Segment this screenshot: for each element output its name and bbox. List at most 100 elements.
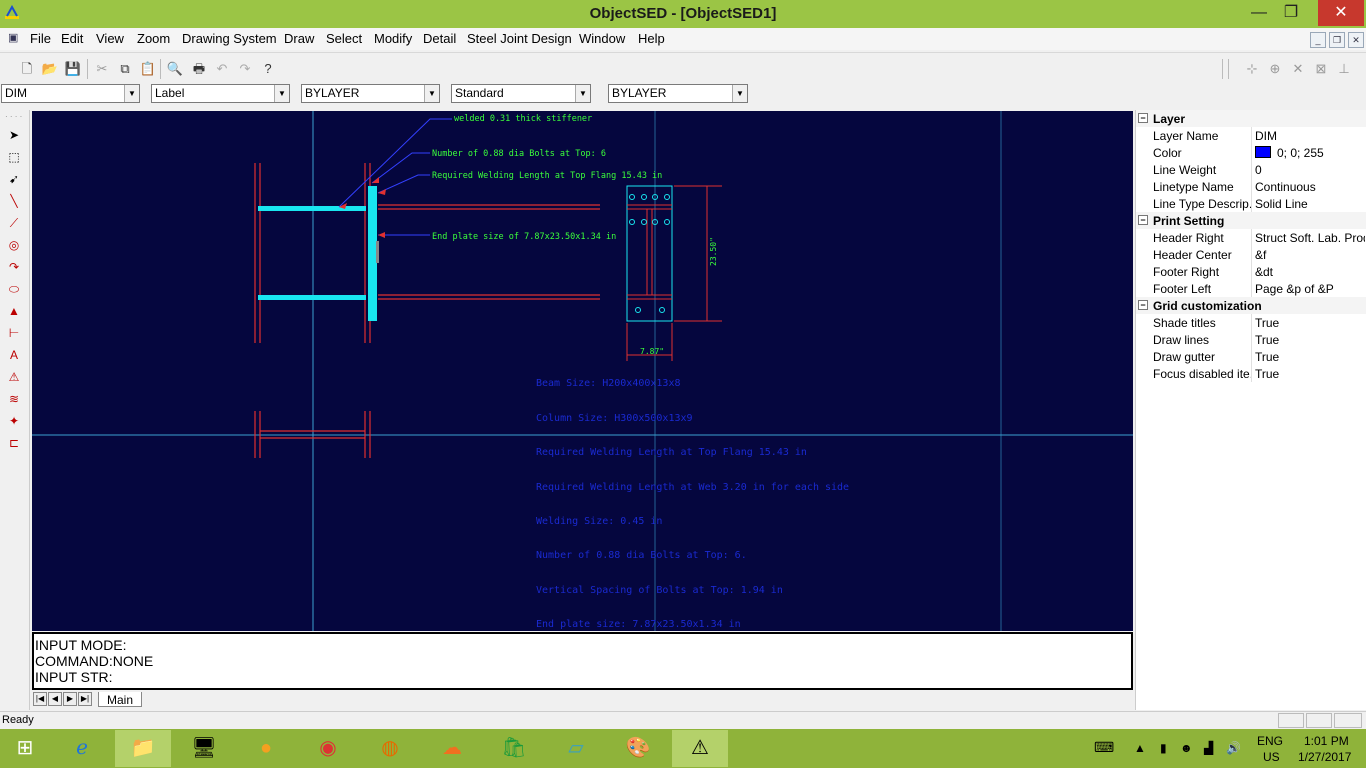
property-row[interactable]: Footer Right &dt: [1136, 263, 1366, 280]
property-row[interactable]: Footer Left Page &p of &P: [1136, 280, 1366, 297]
category-grid-customization[interactable]: − Grid customization: [1136, 297, 1366, 314]
tray-expand-icon[interactable]: ▲: [1134, 741, 1146, 755]
polyline-icon[interactable]: ⟋: [5, 214, 23, 232]
media-player-icon[interactable]: ●: [238, 730, 294, 767]
layer-combo[interactable]: DIM ▼: [1, 84, 140, 103]
chevron-down-icon[interactable]: ▼: [274, 85, 289, 102]
print-preview-icon[interactable]: 🔍: [166, 60, 184, 78]
command-panel[interactable]: INPUT MODE: COMMAND:NONE INPUT STR:: [32, 632, 1133, 690]
input-string-line[interactable]: INPUT STR:: [35, 669, 1131, 685]
collapse-icon[interactable]: −: [1138, 300, 1148, 310]
chrome-icon[interactable]: ◉: [300, 730, 356, 767]
last-sheet-button[interactable]: ▶|: [78, 692, 92, 706]
prev-sheet-button[interactable]: ◀: [48, 692, 62, 706]
property-row[interactable]: Linetype Name Continuous: [1136, 178, 1366, 195]
leader-icon[interactable]: ⚠: [5, 368, 23, 386]
copy-icon[interactable]: ⧉: [116, 60, 134, 78]
select-window-icon[interactable]: ⬚: [5, 148, 23, 166]
open-folder-icon[interactable]: 📂: [41, 60, 59, 78]
network-icon[interactable]: ▟: [1204, 741, 1213, 755]
next-sheet-button[interactable]: ▶: [63, 692, 77, 706]
circle-icon[interactable]: ◎: [5, 236, 23, 254]
notes-icon[interactable]: ▱: [548, 730, 604, 767]
dimension-icon[interactable]: ⊢: [5, 324, 23, 342]
mdi-minimize-button[interactable]: _: [1310, 32, 1326, 48]
menu-draw[interactable]: Draw: [284, 31, 314, 46]
battery-icon[interactable]: ▮: [1160, 741, 1167, 755]
security-icon[interactable]: ☻: [1180, 741, 1193, 755]
cut-icon[interactable]: ✂: [93, 60, 111, 78]
tab-main[interactable]: Main: [98, 692, 143, 707]
menu-drawing-system[interactable]: Drawing System: [182, 31, 277, 46]
keyboard-icon[interactable]: ⌨: [1094, 739, 1114, 756]
paste-icon[interactable]: 📋: [139, 60, 157, 78]
region-indicator[interactable]: US: [1263, 750, 1280, 764]
language-indicator[interactable]: ENG: [1257, 734, 1283, 748]
menu-edit[interactable]: Edit: [61, 31, 83, 46]
start-icon[interactable]: ⊞: [0, 730, 50, 767]
property-row[interactable]: Color 0; 0; 255: [1136, 144, 1366, 161]
menu-select[interactable]: Select: [326, 31, 362, 46]
snap-intersect-icon[interactable]: ✕: [1289, 60, 1307, 78]
collapse-icon[interactable]: −: [1138, 113, 1148, 123]
arc-icon[interactable]: ↷: [5, 258, 23, 276]
chevron-down-icon[interactable]: ▼: [424, 85, 439, 102]
minimize-button[interactable]: —: [1244, 0, 1274, 26]
undo-icon[interactable]: ↶: [213, 60, 231, 78]
hatch-icon[interactable]: ▲: [5, 302, 23, 320]
style-combo[interactable]: Standard ▼: [451, 84, 591, 103]
linetype-combo[interactable]: BYLAYER ▼: [608, 84, 748, 103]
menu-window[interactable]: Window: [579, 31, 625, 46]
volume-icon[interactable]: 🔊: [1226, 741, 1241, 755]
select-cross-icon[interactable]: ➹: [5, 170, 23, 188]
paint-icon[interactable]: 🎨: [610, 730, 666, 767]
measure-icon[interactable]: ⊏: [5, 434, 23, 452]
internet-explorer-icon[interactable]: ℯ: [54, 730, 110, 767]
property-row[interactable]: Shade titles True: [1136, 314, 1366, 331]
property-row[interactable]: Header RightStruct Soft. Lab. Prod...: [1136, 229, 1366, 246]
property-row[interactable]: Focus disabled ite... True: [1136, 365, 1366, 382]
snap-center-icon[interactable]: ⊕: [1266, 60, 1284, 78]
point-icon[interactable]: ✦: [5, 412, 23, 430]
menu-file[interactable]: File: [30, 31, 51, 46]
snap-box-icon[interactable]: ⊠: [1312, 60, 1330, 78]
close-button[interactable]: ✕: [1318, 0, 1364, 26]
file-explorer-icon[interactable]: 📁: [115, 730, 171, 767]
maximize-button[interactable]: ❐: [1276, 0, 1306, 26]
chevron-down-icon[interactable]: ▼: [124, 85, 139, 102]
weld-icon[interactable]: ≋: [5, 390, 23, 408]
redo-icon[interactable]: ↷: [236, 60, 254, 78]
select-arrow-icon[interactable]: ➤: [5, 126, 23, 144]
new-file-icon[interactable]: 🗋: [18, 60, 36, 78]
property-row[interactable]: Line Type Descrip... Solid Line: [1136, 195, 1366, 212]
drawing-canvas[interactable]: welded 0.31 thick stiffener Number of 0.…: [32, 111, 1133, 631]
color-combo[interactable]: BYLAYER ▼: [301, 84, 440, 103]
menu-steel-joint-design[interactable]: Steel Joint Design: [467, 31, 572, 46]
category-layer[interactable]: − Layer: [1136, 110, 1366, 127]
objectsed-task-icon[interactable]: ⚠: [672, 730, 728, 767]
task-manager-icon[interactable]: 🖥: [176, 730, 232, 767]
snap-grid-icon[interactable]: ⊹: [1243, 60, 1261, 78]
menu-help[interactable]: Help: [638, 31, 665, 46]
text-icon[interactable]: A: [5, 346, 23, 364]
ellipse-icon[interactable]: ⬭: [5, 280, 23, 298]
category-print-setting[interactable]: − Print Setting: [1136, 212, 1366, 229]
chevron-down-icon[interactable]: ▼: [575, 85, 590, 102]
property-row[interactable]: Layer Name DIM: [1136, 127, 1366, 144]
mdi-restore-button[interactable]: ❐: [1329, 32, 1345, 48]
snap-perpendicular-icon[interactable]: ⊥: [1335, 60, 1353, 78]
chevron-down-icon[interactable]: ▼: [732, 85, 747, 102]
property-row[interactable]: Draw gutter True: [1136, 348, 1366, 365]
clock-date[interactable]: 1/27/2017: [1298, 750, 1351, 764]
firefox-icon[interactable]: ◍: [362, 730, 418, 767]
property-row[interactable]: Header Center &f: [1136, 246, 1366, 263]
menu-view[interactable]: View: [96, 31, 124, 46]
print-icon[interactable]: 🖶: [190, 60, 208, 78]
menu-detail[interactable]: Detail: [423, 31, 456, 46]
label-combo[interactable]: Label ▼: [151, 84, 290, 103]
menu-modify[interactable]: Modify: [374, 31, 412, 46]
menu-zoom[interactable]: Zoom: [137, 31, 170, 46]
line-icon[interactable]: ╲: [5, 192, 23, 210]
property-row[interactable]: Draw lines True: [1136, 331, 1366, 348]
save-icon[interactable]: 💾: [64, 60, 82, 78]
